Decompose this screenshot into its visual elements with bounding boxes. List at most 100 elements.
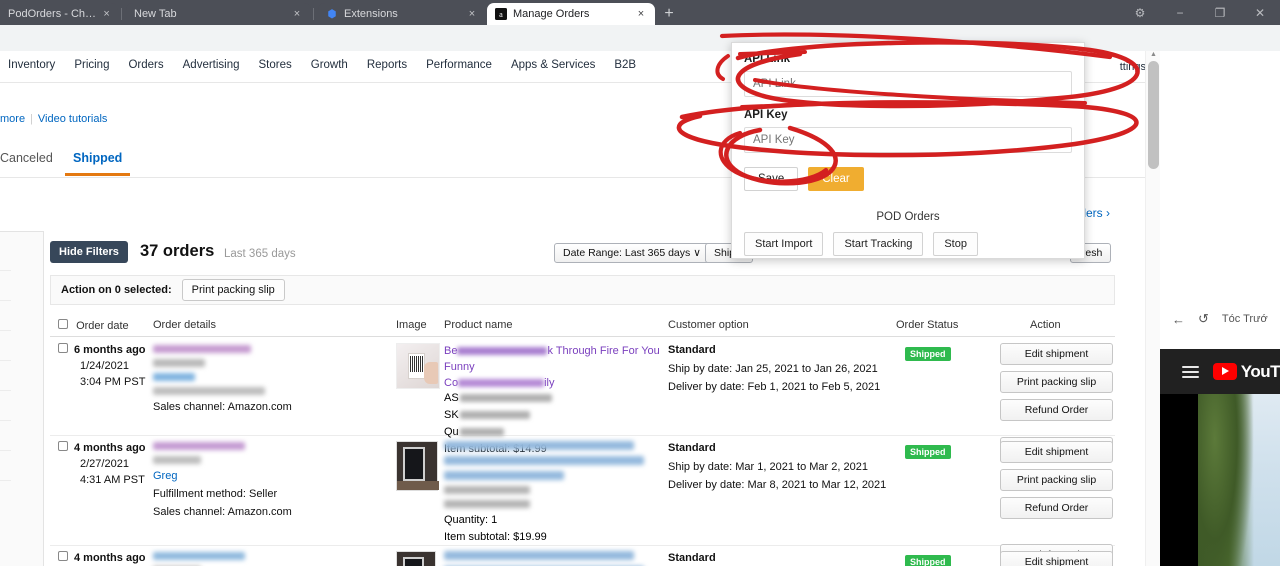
row-actions: Edit shipment Print packing slip Refund … xyxy=(1000,551,1115,566)
api-link-input[interactable] xyxy=(744,71,1072,97)
tab-shipped[interactable]: Shipped xyxy=(64,151,131,176)
popup-button-row: Save Clear xyxy=(744,167,1072,191)
status-badge: Shipped xyxy=(905,555,951,566)
fulfillment-method: Fulfillment method: Seller xyxy=(153,488,278,500)
nav-settings-link[interactable]: ttings xyxy=(1120,61,1146,73)
order-count: 37 orders xyxy=(140,242,215,260)
nav-item-performance[interactable]: Performance xyxy=(426,59,492,71)
shipping-option: Standard xyxy=(668,442,716,454)
nav-item-stores[interactable]: Stores xyxy=(259,59,292,71)
minimize-button[interactable]: − xyxy=(1160,0,1200,25)
start-import-button[interactable]: Start Import xyxy=(744,232,824,256)
tab-podorders[interactable]: PodOrders - Chrome Web Store × xyxy=(0,3,118,25)
youtube-browser-bar: ← ↺ Tóc Trướ xyxy=(1160,289,1280,349)
sku-label: SK xyxy=(444,409,459,421)
youtube-page-title: Tóc Trướ xyxy=(1221,313,1268,325)
edit-shipment-button[interactable]: Edit shipment xyxy=(1000,551,1113,566)
hamburger-menu-icon[interactable] xyxy=(1182,363,1199,381)
nav-item-growth[interactable]: Growth xyxy=(311,59,348,71)
nav-item-orders[interactable]: Orders xyxy=(128,59,163,71)
col-order-details: Order details xyxy=(153,319,216,331)
redacted-product-line xyxy=(444,456,644,465)
tab-label: New Tab xyxy=(134,8,177,20)
video-tutorials-link[interactable]: Video tutorials xyxy=(38,113,108,125)
scrollbar-thumb[interactable] xyxy=(1148,61,1159,169)
tab-close-icon[interactable]: × xyxy=(291,8,303,20)
learn-more-link[interactable]: more xyxy=(0,113,25,125)
api-key-input[interactable] xyxy=(744,127,1072,153)
refresh-icon[interactable]: ↺ xyxy=(1198,311,1209,327)
asin-label: AS xyxy=(444,392,459,404)
row-checkbox[interactable] xyxy=(58,551,68,561)
row-checkbox[interactable] xyxy=(58,441,68,451)
order-date: 2/27/2021 xyxy=(80,458,129,470)
tab-strip: PodOrders - Chrome Web Store × New Tab ×… xyxy=(0,0,1280,25)
select-all-checkbox[interactable] xyxy=(58,319,68,329)
date-range-dropdown[interactable]: Date Range: Last 365 days ∨ xyxy=(554,243,710,263)
save-button[interactable]: Save xyxy=(744,167,799,191)
tab-close-icon[interactable]: × xyxy=(635,8,647,20)
print-packing-slip-button[interactable]: Print packing slip xyxy=(1000,469,1113,491)
new-tab-button[interactable]: + xyxy=(658,5,680,25)
table-row: 4 months ago 2/27/2021 4:31 AM PST Greg … xyxy=(50,436,1115,566)
page-scrollbar[interactable]: ▲ xyxy=(1145,51,1160,566)
edit-shipment-button[interactable]: Edit shipment xyxy=(1000,441,1113,463)
sales-channel: Sales channel: Amazon.com xyxy=(153,506,292,518)
maximize-button[interactable]: ❐ xyxy=(1200,0,1240,25)
print-packing-slip-button[interactable]: Print packing slip xyxy=(1000,371,1113,393)
col-product-name: Product name xyxy=(444,319,513,331)
stop-button[interactable]: Stop xyxy=(933,232,978,256)
print-packing-slip-bulk-button[interactable]: Print packing slip xyxy=(181,279,285,301)
api-key-label: API Key xyxy=(744,109,788,121)
nav-item-apps-services[interactable]: Apps & Services xyxy=(511,59,595,71)
row-checkbox[interactable] xyxy=(58,343,68,353)
nav-item-b2b[interactable]: B2B xyxy=(614,59,636,71)
order-date: 1/24/2021 xyxy=(80,360,129,372)
quantity-line: Quantity: 1 xyxy=(444,514,498,526)
nav-item-advertising[interactable]: Advertising xyxy=(183,59,240,71)
order-age: 4 months ago xyxy=(74,442,146,454)
nav-item-inventory[interactable]: Inventory xyxy=(8,59,55,71)
redacted-product-line xyxy=(444,551,634,560)
buyer-name-link[interactable]: Greg xyxy=(153,470,177,482)
nav-item-reports[interactable]: Reports xyxy=(367,59,407,71)
bulk-action-bar: Action on 0 selected: Print packing slip xyxy=(50,275,1115,305)
product-image xyxy=(396,441,440,491)
scroll-up-arrow-icon[interactable]: ▲ xyxy=(1146,51,1161,58)
amazon-icon: a xyxy=(495,8,507,20)
product-image xyxy=(396,343,440,389)
refund-order-button[interactable]: Refund Order xyxy=(1000,399,1113,421)
close-window-button[interactable]: ✕ xyxy=(1240,0,1280,25)
tab-close-icon[interactable]: × xyxy=(103,8,110,20)
product-link-line2: Co xyxy=(444,377,459,389)
profile-icon[interactable]: ⚙ xyxy=(1120,0,1160,25)
order-status-cell: Shipped xyxy=(905,442,951,460)
product-link[interactable]: Be xyxy=(444,345,457,357)
hide-filters-button[interactable]: Hide Filters xyxy=(50,241,128,263)
tab-close-icon[interactable]: × xyxy=(466,8,478,20)
filters-sidebar xyxy=(0,231,44,566)
tab-canceled[interactable]: Canceled xyxy=(0,151,53,165)
order-details-cell: phil Fulfillment method: Seller Sales ch… xyxy=(153,552,393,566)
date-range-label: Date Range: Last 365 days xyxy=(563,247,691,259)
youtube-video-thumbnail[interactable] xyxy=(1160,394,1280,566)
pod-orders-buttons: Start Import Start Tracking Stop xyxy=(744,232,1072,256)
tab-separator xyxy=(121,8,122,20)
tab-manage-orders[interactable]: a Manage Orders × xyxy=(487,3,655,25)
refund-order-button[interactable]: Refund Order xyxy=(1000,497,1113,519)
product-name-cell: SKU: UD-1YRE-PPZX xyxy=(444,551,664,566)
redacted-buyer-label xyxy=(153,456,201,464)
youtube-logo[interactable]: YouT xyxy=(1212,362,1280,382)
product-name-cell: Quantity: 1 Item subtotal: $19.99 xyxy=(444,441,664,543)
start-tracking-button[interactable]: Start Tracking xyxy=(833,232,924,256)
orders-table-header: Order date Order details Image Product n… xyxy=(50,315,1115,337)
tab-extensions[interactable]: Extensions × xyxy=(318,3,486,25)
back-arrow-icon[interactable]: ← xyxy=(1172,312,1185,327)
nav-item-pricing[interactable]: Pricing xyxy=(74,59,109,71)
order-date-cell: 4 months ago 3/1/2021 2:35 PM PST xyxy=(58,551,146,566)
redacted-product-line xyxy=(444,441,634,450)
tab-new-tab[interactable]: New Tab × xyxy=(126,3,311,25)
clear-button[interactable]: Clear xyxy=(808,167,864,191)
shipping-option: Standard xyxy=(668,552,716,564)
edit-shipment-button[interactable]: Edit shipment xyxy=(1000,343,1113,365)
